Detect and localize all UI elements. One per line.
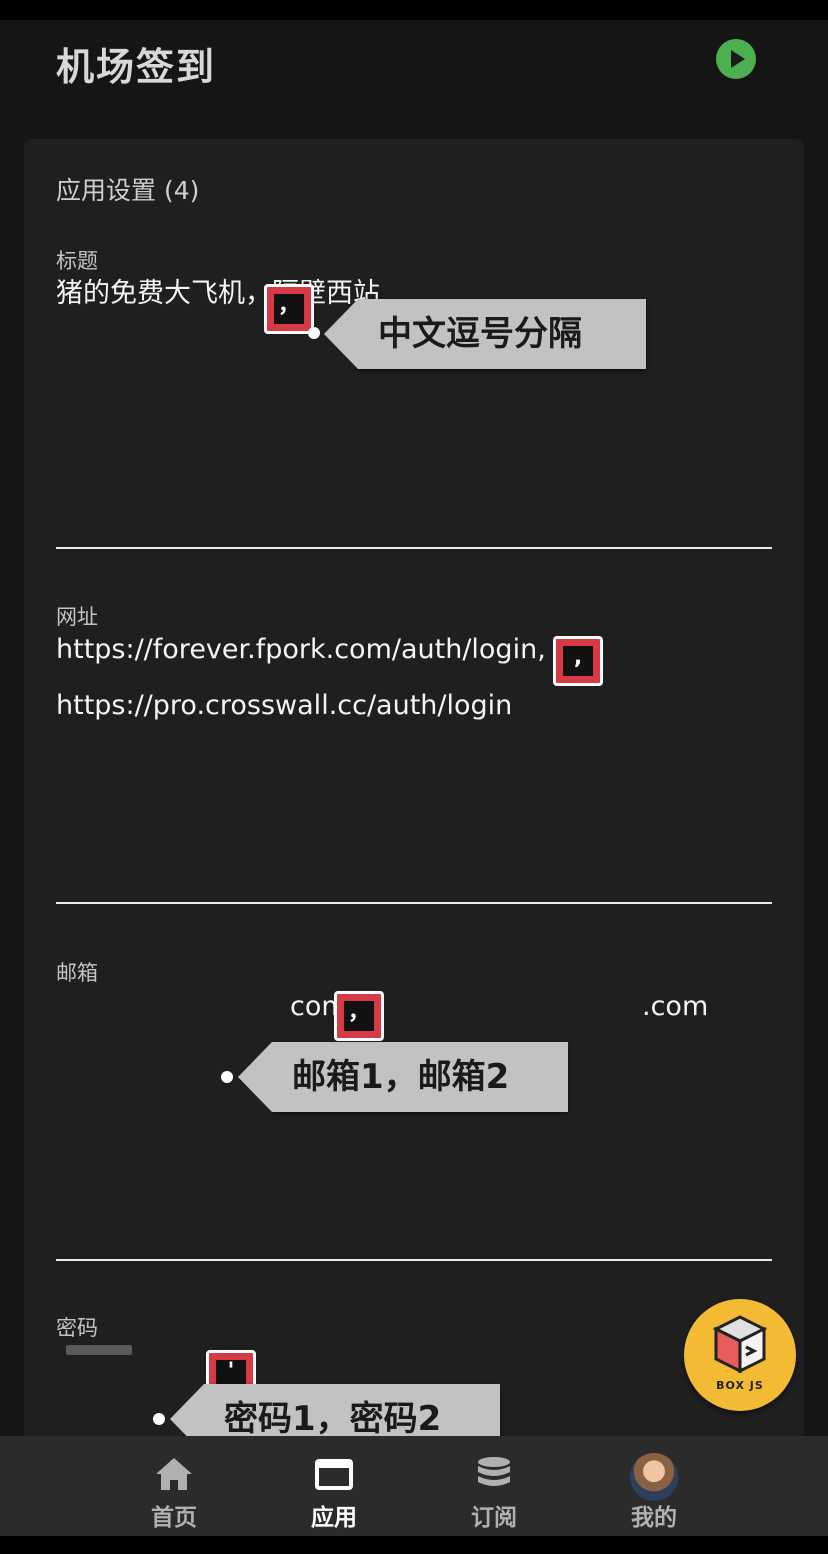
marker-symbol: , bbox=[563, 646, 593, 676]
field-label-url: 网址 bbox=[56, 605, 98, 629]
url-field-line-2[interactable]: https://pro.crosswall.cc/auth/login bbox=[56, 687, 512, 725]
app-header: 机场签到 bbox=[0, 20, 828, 100]
fab-label: BOX JS bbox=[716, 1379, 764, 1392]
nav-label: 应用 bbox=[311, 1505, 357, 1531]
field-label-title: 标题 bbox=[56, 249, 98, 273]
comma-marker-title: ， bbox=[264, 284, 314, 334]
section-title: 应用设置 (4) bbox=[56, 176, 200, 205]
database-icon bbox=[478, 1457, 510, 1486]
nav-item-home[interactable]: 首页 bbox=[114, 1436, 234, 1536]
callout-dot bbox=[153, 1413, 165, 1425]
play-icon bbox=[731, 50, 745, 68]
status-bar bbox=[0, 0, 828, 20]
field-label-password: 密码 bbox=[56, 1316, 98, 1340]
nav-item-subscriptions[interactable]: 订阅 bbox=[434, 1436, 554, 1536]
marker-symbol: ， bbox=[274, 294, 304, 324]
comma-marker-url: , bbox=[553, 636, 603, 686]
nav-label: 首页 bbox=[151, 1505, 197, 1531]
title-field-underline bbox=[56, 547, 772, 549]
nav-label: 订阅 bbox=[471, 1505, 517, 1531]
callout-dot bbox=[308, 327, 320, 339]
run-button[interactable] bbox=[716, 39, 756, 79]
email-field-underline bbox=[56, 1259, 772, 1261]
box-cube-icon bbox=[712, 1315, 768, 1374]
url-field-underline bbox=[56, 902, 772, 904]
nav-label: 我的 bbox=[631, 1505, 677, 1531]
page-title: 机场签到 bbox=[56, 45, 217, 89]
callout-dot bbox=[221, 1071, 233, 1083]
nav-item-apps[interactable]: 应用 bbox=[274, 1436, 394, 1536]
comma-marker-email: ， bbox=[334, 991, 384, 1041]
system-nav-bar bbox=[0, 1536, 828, 1554]
home-icon bbox=[156, 1458, 192, 1490]
tooltip-email-hint: 邮箱1，邮箱2 bbox=[238, 1042, 568, 1112]
url-field-line-1[interactable]: https://forever.fpork.com/auth/login, bbox=[56, 631, 546, 669]
avatar bbox=[630, 1453, 678, 1501]
boxjs-fab[interactable]: BOX JS bbox=[684, 1299, 796, 1411]
field-label-email: 邮箱 bbox=[56, 961, 98, 985]
marker-symbol: ， bbox=[344, 1001, 374, 1031]
password-mask[interactable] bbox=[66, 1345, 132, 1355]
email-field-part-2[interactable]: .com bbox=[642, 988, 708, 1026]
tooltip-title-hint: 中文逗号分隔 bbox=[324, 299, 646, 369]
bottom-navigation: 首页 应用 订阅 我的 bbox=[0, 1436, 828, 1536]
nav-item-profile[interactable]: 我的 bbox=[594, 1436, 714, 1536]
app-window-icon bbox=[315, 1459, 353, 1490]
